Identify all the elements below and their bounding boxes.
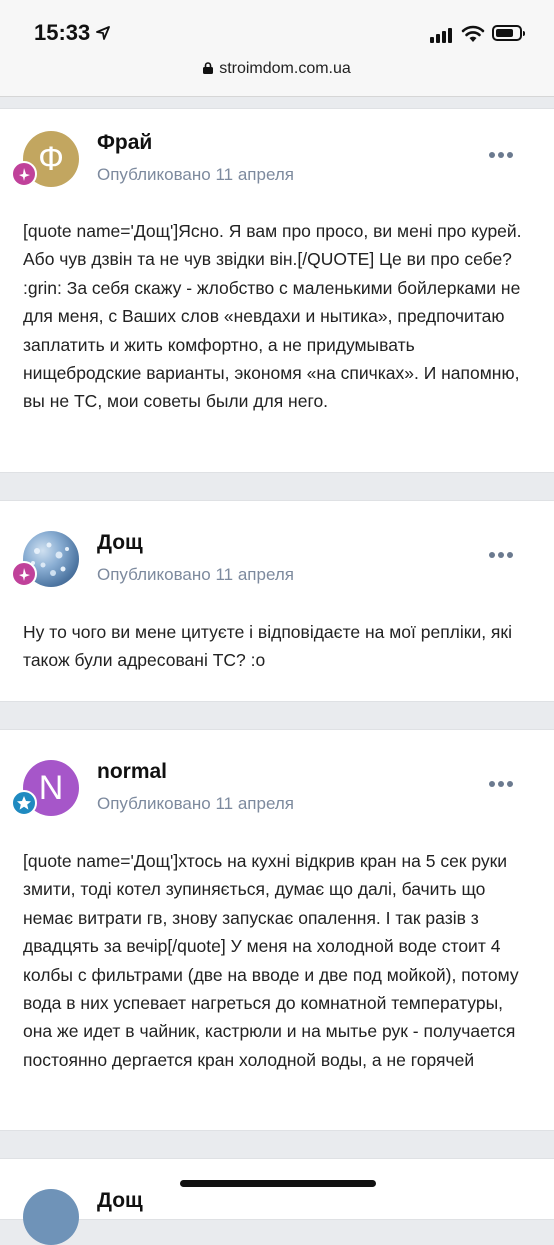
- rank-badge-icon: [11, 561, 37, 587]
- more-options-icon[interactable]: [489, 552, 515, 560]
- battery-icon: [492, 25, 525, 41]
- post-content: Ну то чого ви мене цитуєте і відповідаєт…: [23, 622, 512, 671]
- status-time: 15:33: [34, 20, 91, 45]
- rank-badge-icon: [11, 790, 37, 816]
- location-arrow-icon: [96, 26, 110, 40]
- more-options-icon[interactable]: [489, 781, 515, 789]
- avatar[interactable]: [23, 1189, 79, 1245]
- post-author[interactable]: Дощ: [97, 1189, 143, 1213]
- more-options-icon[interactable]: [489, 152, 515, 160]
- post-card: Дощ Опубликовано 11 апреля Ну то чого ви…: [0, 500, 554, 702]
- url-text: stroimdom.com.ua: [219, 60, 351, 77]
- post-date: Опубликовано 11 апреля: [97, 165, 294, 184]
- browser-header: 15:33 stroimdom.com.ua: [0, 0, 554, 97]
- rank-badge-icon: [11, 161, 37, 187]
- post-card: Дощ: [0, 1158, 554, 1245]
- post-author[interactable]: normal: [97, 760, 167, 784]
- address-bar[interactable]: stroimdom.com.ua: [0, 60, 554, 78]
- post-date: Опубликовано 11 апреля: [97, 794, 294, 813]
- post-content: [quote name='Дощ']Ясно. Я вам про просо,…: [23, 221, 522, 412]
- wifi-icon: [461, 25, 485, 42]
- post-card: N normal Опубликовано 11 апреля [quote n…: [0, 729, 554, 1131]
- post-author[interactable]: Фрай: [97, 131, 152, 155]
- cellular-signal-icon: [430, 27, 452, 43]
- lock-icon: [203, 62, 214, 74]
- post-card: Ф Фрай Опубликовано 11 апреля [quote nam…: [0, 108, 554, 473]
- post-date: Опубликовано 11 апреля: [97, 565, 294, 584]
- post-content: [quote name='Дощ']хтось на кухні відкрив…: [23, 851, 519, 1070]
- home-indicator[interactable]: [180, 1180, 376, 1187]
- post-author[interactable]: Дощ: [97, 531, 143, 555]
